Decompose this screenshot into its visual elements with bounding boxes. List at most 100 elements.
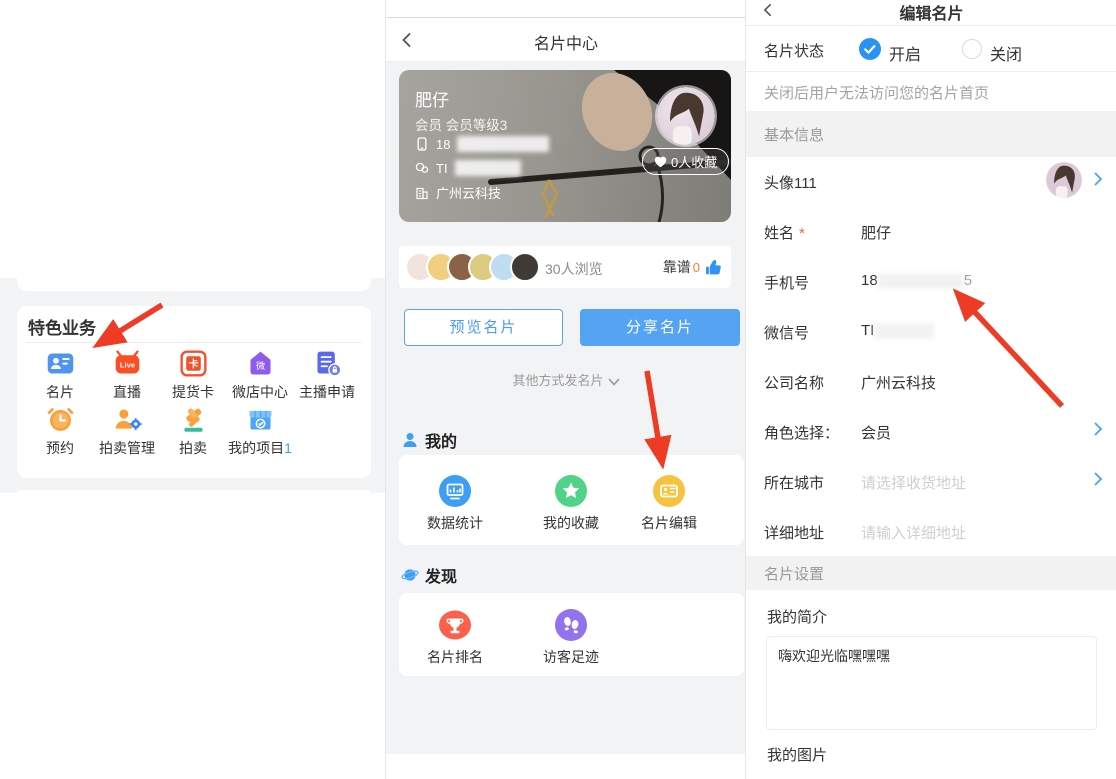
featured-services-title: 特色业务 (28, 314, 96, 339)
service-label: 拍卖 (160, 438, 226, 458)
avatar-field-label: 头像111 (764, 172, 817, 193)
preview-card-button[interactable]: 预览名片 (404, 309, 563, 346)
chevron-right-icon[interactable] (1093, 421, 1103, 437)
avatar-field-thumbnail[interactable] (1046, 162, 1082, 198)
mine-item-statistics[interactable]: 数据统计 (413, 475, 497, 533)
other-share-toggle[interactable]: 其他方式发名片 (386, 370, 746, 389)
discover-item-footprints[interactable]: 访客足迹 (529, 609, 613, 667)
service-item-live[interactable]: Live 直播 (94, 348, 160, 402)
chevron-down-icon (608, 378, 620, 386)
mine-item-card-edit[interactable]: 名片编辑 (627, 475, 711, 533)
service-label: 直播 (94, 382, 160, 402)
privacy-blur (455, 160, 521, 176)
radio-off-unchecked[interactable] (962, 39, 982, 59)
page-title: 名片中心 (386, 30, 746, 54)
svg-text:卡: 卡 (188, 358, 198, 371)
discover-item-ranking[interactable]: 名片排名 (413, 609, 497, 667)
card-edit-icon (627, 475, 711, 507)
service-item-auction-manage[interactable]: 拍卖管理 (94, 404, 160, 458)
chevron-right-icon[interactable] (1093, 471, 1103, 487)
intro-label: 我的简介 (767, 606, 827, 627)
service-item-auction[interactable]: 拍卖 (160, 404, 226, 458)
name-field-value[interactable]: 肥仔 (861, 222, 891, 243)
phone-icon (415, 137, 429, 151)
viewer-count: 30人浏览 (545, 259, 603, 279)
mine-section-header: 我的 (401, 428, 457, 452)
person-icon (401, 431, 419, 449)
edit-card-header: 编辑名片 (746, 0, 1116, 26)
discover-section-header: 发现 (401, 563, 457, 587)
favorite-count-pill[interactable]: 0人收藏 (642, 148, 729, 175)
discover-section-title: 发现 (425, 563, 457, 587)
profile-wechat: TI (436, 161, 448, 176)
service-item-host-apply[interactable]: 主播申请 (294, 348, 360, 402)
page-title: 编辑名片 (746, 0, 1116, 24)
profile-phone: 18 (436, 137, 450, 152)
mine-item-label: 数据统计 (413, 513, 497, 533)
left-card-below (17, 490, 371, 493)
pictures-label: 我的图片 (767, 744, 827, 765)
trust-count: 0 (693, 260, 700, 275)
star-icon (529, 475, 613, 507)
alarm-clock-icon (27, 404, 93, 435)
microstore-icon: 微 (227, 348, 293, 379)
planet-icon (401, 566, 419, 584)
required-mark: * (799, 225, 805, 242)
phone-field-value[interactable]: 185 (861, 272, 972, 289)
trophy-icon (413, 609, 497, 641)
chevron-right-icon[interactable] (1093, 171, 1103, 187)
viewer-avatar (510, 252, 540, 282)
phone-field-label: 手机号 (764, 272, 809, 293)
service-label: 名片 (27, 382, 93, 402)
trust-vote[interactable]: 靠谱 0 (663, 257, 722, 277)
viewers-bar: 30人浏览 靠谱 0 (399, 246, 731, 288)
city-field-label: 所在城市 (764, 472, 824, 493)
option-on-label: 开启 (889, 41, 921, 65)
featured-services-card: 特色业务 名片 Live 直播 卡 提货卡 微 微店中心 主播申请 预约 拍卖管… (17, 306, 371, 478)
address-field-placeholder[interactable]: 请输入详细地址 (861, 522, 966, 543)
profile-card[interactable]: 肥仔 会员 会员等级3 18 TI 广州云科技 0人收藏 (399, 70, 731, 222)
address-field-label: 详细地址 (764, 522, 824, 543)
service-label: 提货卡 (160, 382, 226, 402)
profile-wechat-row: TI (415, 160, 521, 176)
mine-section-title: 我的 (425, 428, 457, 452)
idcard-icon (27, 348, 93, 379)
mine-item-favorites[interactable]: 我的收藏 (529, 475, 613, 533)
service-label: 微店中心 (227, 382, 293, 402)
service-item-pickup-card[interactable]: 卡 提货卡 (160, 348, 226, 402)
role-field-value[interactable]: 会员 (861, 422, 891, 443)
intro-textarea[interactable]: 嗨欢迎光临嘿嘿嘿 (766, 636, 1097, 730)
service-label: 我的项目1 (227, 438, 293, 458)
city-field-placeholder[interactable]: 请选择收货地址 (861, 472, 966, 493)
screenshot-root: 特色业务 名片 Live 直播 卡 提货卡 微 微店中心 主播申请 预约 拍卖管… (0, 0, 1116, 779)
share-card-button[interactable]: 分享名片 (580, 309, 740, 346)
wechat-field-value[interactable]: TI (861, 322, 934, 339)
mine-item-label: 名片编辑 (627, 513, 711, 533)
privacy-blur (457, 136, 549, 152)
host-apply-icon (294, 348, 360, 379)
name-field-label: 姓名* (764, 222, 805, 243)
mine-item-label: 我的收藏 (529, 513, 613, 533)
service-label: 拍卖管理 (94, 438, 160, 458)
auction-manage-icon (94, 404, 160, 435)
service-item-my-project[interactable]: 我的项目1 (227, 404, 293, 458)
radio-on-checked[interactable] (859, 38, 881, 60)
service-label: 主播申请 (294, 382, 360, 402)
service-item-appointment[interactable]: 预约 (27, 404, 93, 458)
live-tv-icon: Live (94, 348, 160, 379)
service-item-microstore[interactable]: 微 微店中心 (227, 348, 293, 402)
wechat-field-label: 微信号 (764, 322, 809, 343)
mine-card: 数据统计 我的收藏 名片编辑 (399, 455, 744, 545)
role-field-label: 角色选择： (764, 422, 839, 443)
option-off-label: 关闭 (990, 41, 1022, 65)
edit-card-panel: 编辑名片 名片状态 开启 关闭 关闭后用户无法访问您的名片首页 基本信息 头像1… (745, 0, 1116, 779)
discover-item-label: 名片排名 (413, 647, 497, 667)
left-card-above (17, 278, 371, 291)
trust-label: 靠谱 (663, 257, 691, 277)
svg-text:微: 微 (255, 360, 264, 371)
profile-membership: 会员 会员等级3 (415, 114, 507, 134)
gavel-icon (160, 404, 226, 435)
company-field-value[interactable]: 广州云科技 (861, 372, 936, 393)
footprints-icon (529, 609, 613, 641)
service-item-business-card[interactable]: 名片 (27, 348, 93, 402)
